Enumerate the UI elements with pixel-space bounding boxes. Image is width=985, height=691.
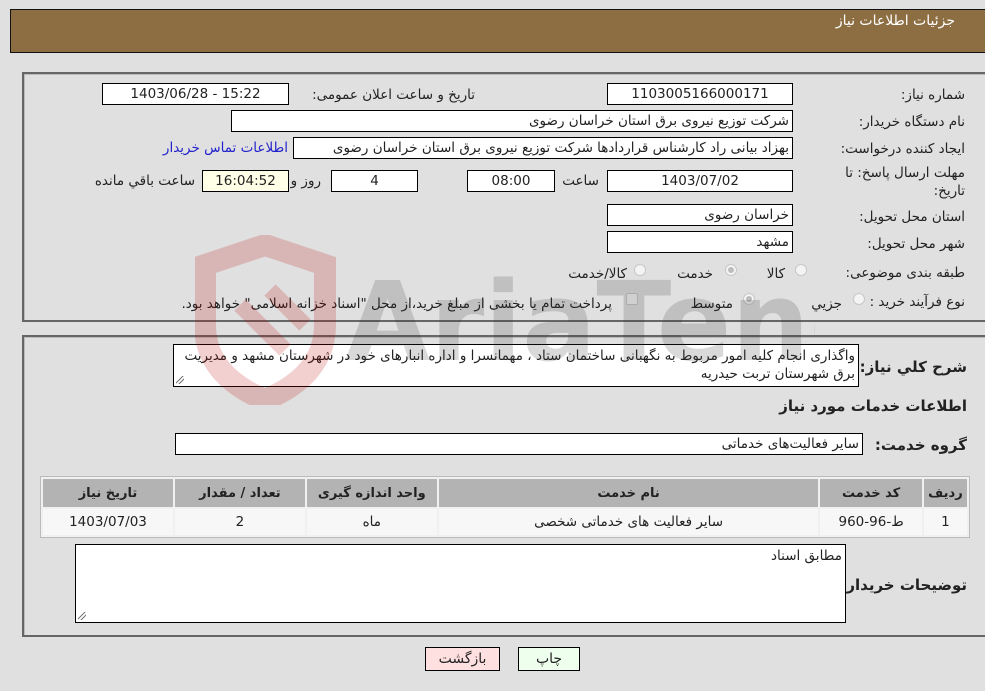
resize-handle-icon[interactable] xyxy=(176,376,184,384)
description-label: شرح كلي نياز: xyxy=(859,358,967,376)
service-group-field[interactable]: سایر فعالیت‌های خدماتی xyxy=(175,433,863,455)
process-radio-medium[interactable] xyxy=(743,293,755,305)
buyer-org-field[interactable]: شرکت توزیع نیروی برق استان خراسان رضوی xyxy=(231,110,793,132)
deadline-time-field[interactable]: 08:00 xyxy=(467,170,555,192)
services-section-title: اطلاعات خدمات مورد نیاز xyxy=(779,397,967,415)
description-textarea[interactable]: واگذاری انجام کلیه امور مربوط به نگهبانی… xyxy=(173,344,859,387)
buyer-notes-label: توضیحات خریدار: xyxy=(840,576,967,594)
days-label: روز و xyxy=(290,173,321,189)
service-group-label: گروه خدمت: xyxy=(874,436,967,454)
process-radio-minor[interactable] xyxy=(853,293,865,305)
buyer-contact-link[interactable]: اطلاعات تماس خریدار xyxy=(163,140,288,156)
process-option-minor: جزيي xyxy=(811,296,842,312)
treasury-checkbox[interactable] xyxy=(626,293,638,305)
process-option-medium: متوسط xyxy=(690,296,733,312)
back-button[interactable]: بازگشت xyxy=(425,647,500,671)
category-option-goods: کالا xyxy=(766,266,785,282)
col-header-need-date: تاریخ نیاز xyxy=(43,479,173,507)
page-title: جزئیات اطلاعات نیاز xyxy=(835,13,955,29)
process-type-label: نوع فرآیند خرید : xyxy=(869,294,965,310)
creator-field[interactable]: بهزاد بیانی راد کارشناس قراردادها شرکت ت… xyxy=(293,137,793,159)
remaining-time-field: 16:04:52 xyxy=(202,170,289,192)
category-radio-service[interactable] xyxy=(725,264,737,276)
announce-date-field[interactable]: 1403/06/28 - 15:22 xyxy=(102,83,289,105)
cell-row-number: 1 xyxy=(923,509,967,535)
col-header-unit: واحد اندازه گیری xyxy=(306,479,437,507)
resize-handle-icon[interactable] xyxy=(78,612,86,620)
category-label: طبقه بندی موضوعی: xyxy=(845,265,965,281)
treasury-checkbox-label: پرداخت تمام یا بخشی از مبلغ خرید،از محل … xyxy=(181,296,612,312)
buyer-org-label: نام دستگاه خریدار: xyxy=(858,114,965,130)
table-row: 1 ط-96-960 سایر فعالیت های خدماتی شخصی م… xyxy=(43,509,967,535)
col-header-row-number: ردیف xyxy=(923,479,967,507)
city-field[interactable]: مشهد xyxy=(607,231,793,253)
print-button[interactable]: چاپ xyxy=(518,647,580,671)
creator-label: ایجاد کننده درخواست: xyxy=(840,141,965,157)
province-label: استان محل تحویل: xyxy=(859,209,965,225)
description-text: واگذاری انجام کلیه امور مربوط به نگهبانی… xyxy=(184,348,855,382)
category-radio-goods[interactable] xyxy=(795,264,807,276)
table-header-row: ردیف کد خدمت نام خدمت واحد اندازه گیری ت… xyxy=(43,479,967,507)
buyer-notes-text: مطابق اسناد xyxy=(771,548,842,564)
deadline-date-field[interactable]: 1403/07/02 xyxy=(607,170,793,192)
city-label: شهر محل تحویل: xyxy=(867,236,965,252)
col-header-service-name: نام خدمت xyxy=(438,479,819,507)
col-header-quantity: تعداد / مقدار xyxy=(174,479,305,507)
category-radio-goods-service[interactable] xyxy=(634,264,646,276)
need-number-field[interactable]: 1103005166000171 xyxy=(607,83,793,105)
remaining-time-label: ساعت باقي مانده xyxy=(94,173,195,189)
cell-quantity: 2 xyxy=(174,509,305,535)
cell-service-name: سایر فعالیت های خدماتی شخصی xyxy=(438,509,819,535)
cell-unit: ماه xyxy=(306,509,437,535)
announce-date-label: تاریخ و ساعت اعلان عمومی: xyxy=(312,87,475,103)
category-option-service: خدمت xyxy=(677,266,713,282)
category-option-goods-service: کالا/خدمت xyxy=(568,266,627,282)
days-remaining-field[interactable]: 4 xyxy=(331,170,418,192)
services-table: ردیف کد خدمت نام خدمت واحد اندازه گیری ت… xyxy=(40,476,970,538)
deadline-label: مهلت ارسال پاسخ: تا تاریخ: xyxy=(845,165,965,199)
cell-service-code: ط-96-960 xyxy=(820,509,922,535)
province-field[interactable]: خراسان رضوی xyxy=(607,204,793,226)
cell-need-date: 1403/07/03 xyxy=(43,509,173,535)
need-number-label: شماره نیاز: xyxy=(900,87,965,103)
col-header-service-code: کد خدمت xyxy=(820,479,922,507)
buyer-notes-textarea[interactable]: مطابق اسناد xyxy=(75,544,846,623)
deadline-time-label: ساعت xyxy=(562,173,599,189)
